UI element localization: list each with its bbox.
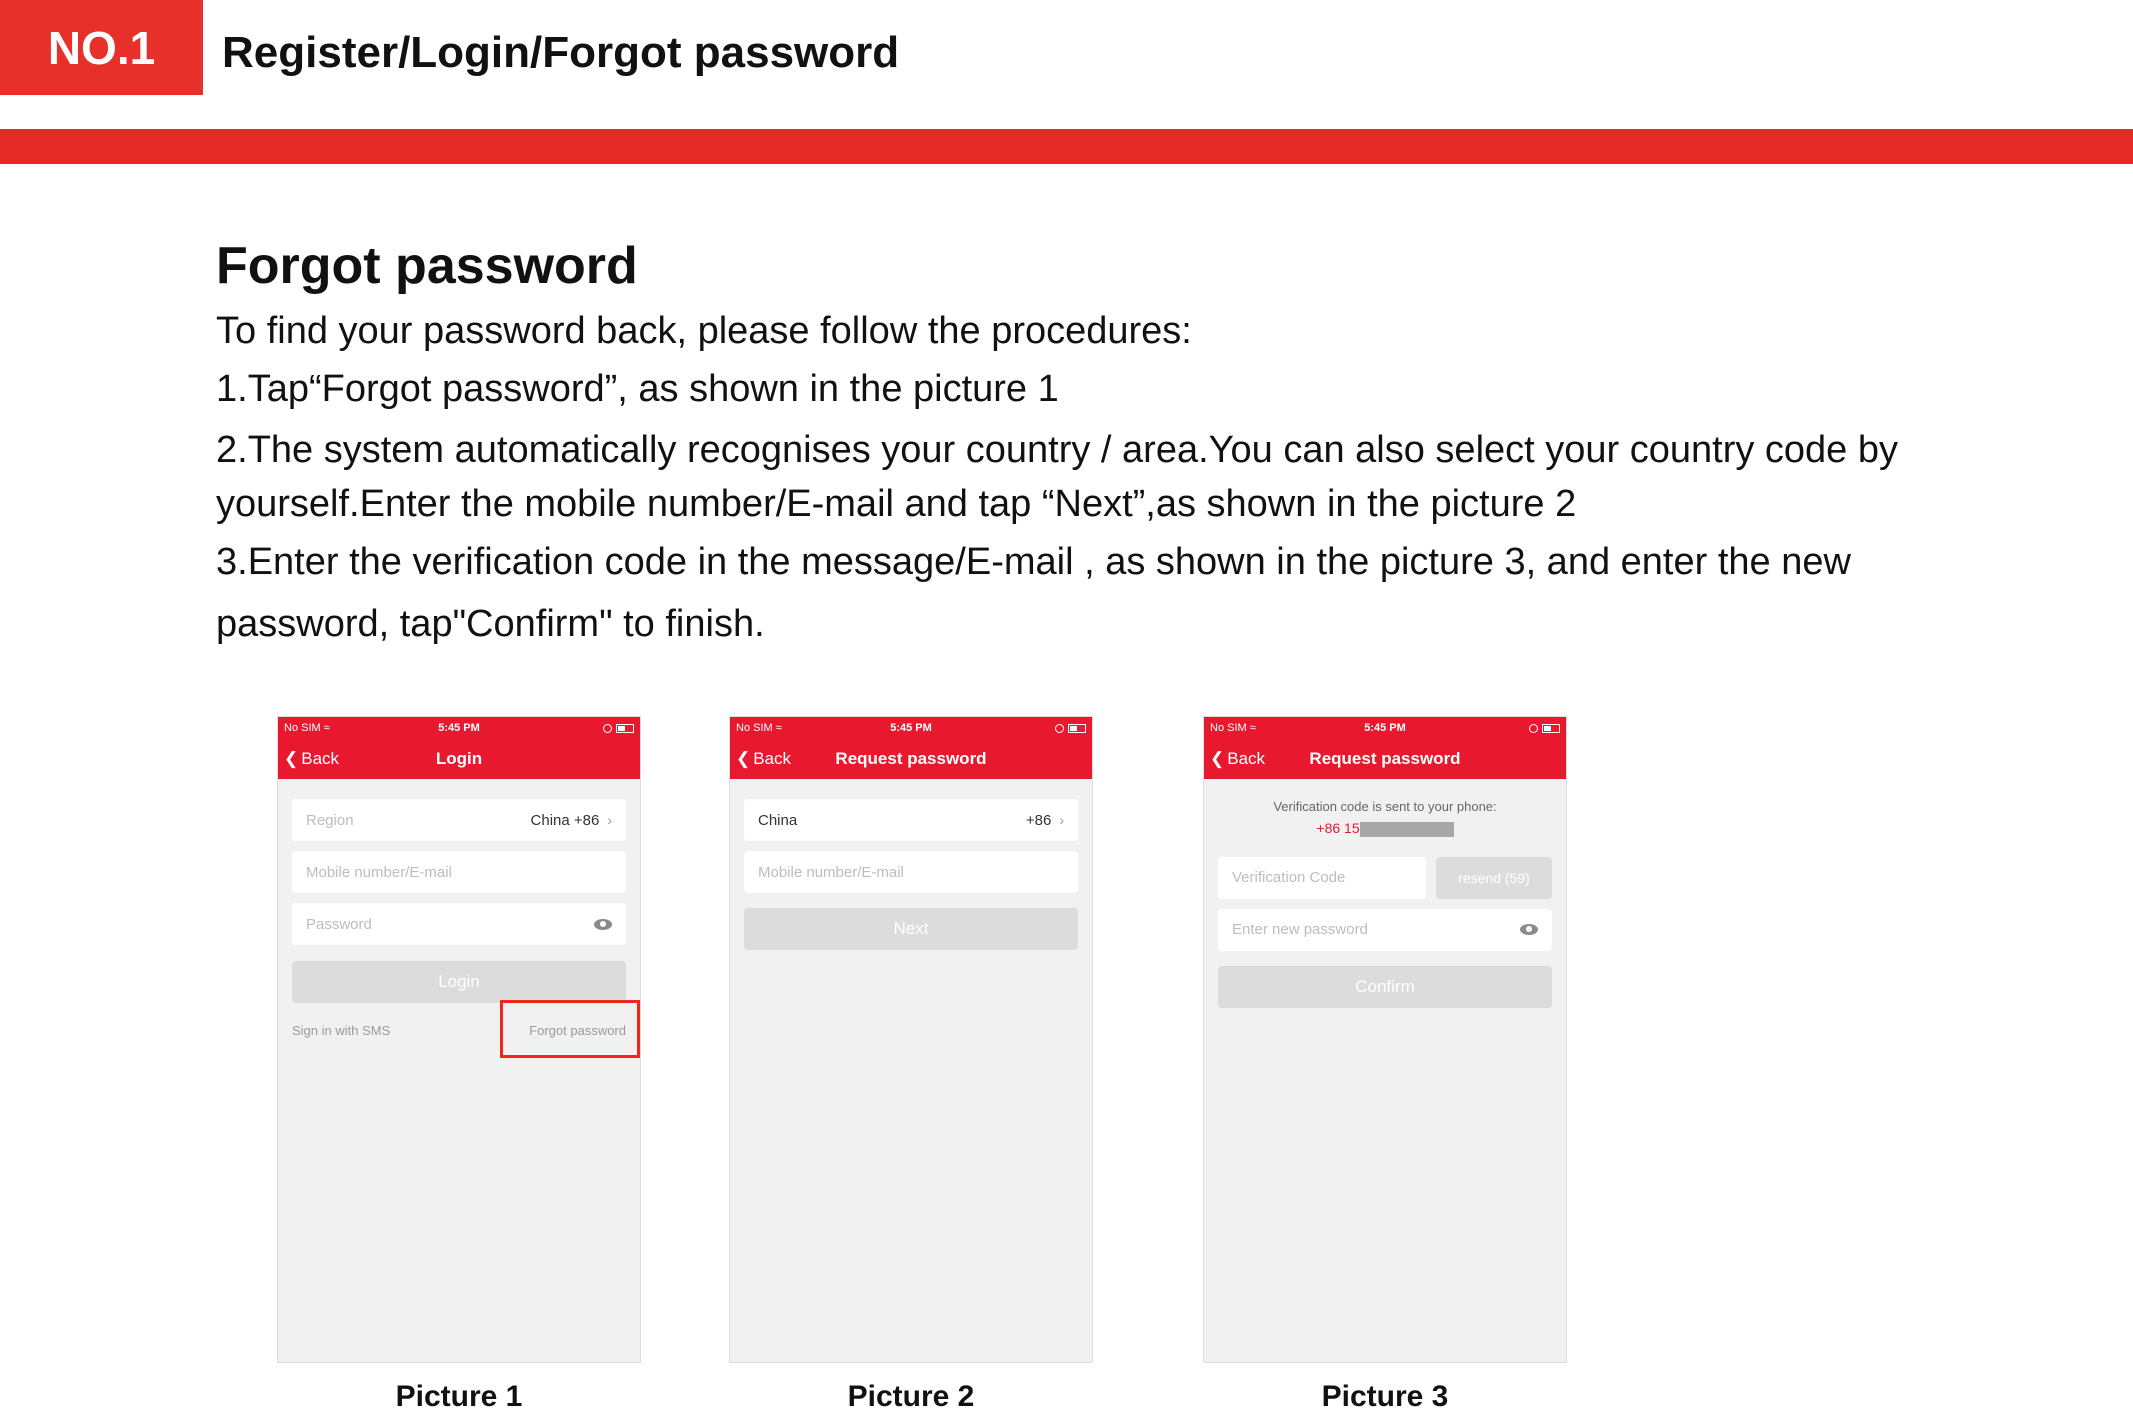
step-2-line-2: yourself.Enter the mobile number/E-mail … [216,483,1577,525]
step-3-line-1: 3.Enter the verification code in the mes… [216,541,1851,583]
region-value: China +86 [530,811,600,829]
confirm-button[interactable]: Confirm [1218,965,1552,1008]
nav-bar: ❮ Back Request password [1204,739,1566,779]
back-label: Back [1227,749,1266,768]
step-2-line-1: 2.The system automatically recognises yo… [216,429,1899,471]
mobile-placeholder: Mobile number/E-mail [306,863,452,881]
section-number-badge: NO.1 [0,0,203,95]
eye-icon[interactable] [1520,924,1538,936]
password-input[interactable]: Password [292,903,626,945]
battery-icon [1542,723,1560,733]
status-bar: No SIM ≈ 5:45 PM [278,717,640,739]
section-title: Forgot password [216,237,638,295]
status-time: 5:45 PM [438,722,480,734]
chevron-left-icon: ❮ [1210,749,1225,768]
back-label: Back [753,749,792,768]
sign-in-sms-link[interactable]: Sign in with SMS [292,1023,390,1038]
country-code: +86 [1025,811,1052,829]
nav-bar: ❮ Back Request password [730,739,1092,779]
login-button[interactable]: Login [292,961,626,1003]
caption-picture-2: Picture 2 [847,1380,975,1412]
verification-code-input[interactable]: Verification Code [1218,856,1426,899]
masked-phone-number: +86 15 [1204,820,1566,837]
back-button[interactable]: ❮ Back [1210,749,1265,769]
chevron-right-icon: › [607,812,612,828]
mobile-placeholder: Mobile number/E-mail [758,863,904,881]
status-time: 5:45 PM [890,722,932,734]
step-1: 1.Tap“Forgot password”, as shown in the … [216,368,1059,410]
back-button[interactable]: ❮ Back [736,749,791,769]
mobile-email-input[interactable]: Mobile number/E-mail [744,851,1078,893]
caption-picture-1: Picture 1 [395,1380,523,1412]
region-label: Region [306,811,354,829]
eye-icon[interactable] [594,918,612,930]
code-placeholder: Verification Code [1232,869,1346,887]
status-bar: No SIM ≈ 5:45 PM [730,717,1092,739]
country-selector[interactable]: China +86 › [744,799,1078,841]
verification-message: Verification code is sent to your phone: [1273,799,1497,814]
phone-screenshot-request: No SIM ≈ 5:45 PM ❮ Back Request password … [729,716,1093,1363]
redaction-mask [1359,821,1454,837]
forgot-password-highlight [500,1000,640,1058]
chevron-left-icon: ❮ [284,749,299,768]
battery-icon [1068,723,1086,733]
status-bar: No SIM ≈ 5:45 PM [1204,717,1566,739]
header-divider-bar [0,129,2133,164]
intro-text: To find your password back, please follo… [216,310,1192,352]
new-password-placeholder: Enter new password [1232,921,1368,939]
phone-prefix: +86 15 [1316,820,1360,836]
header-title: Register/Login/Forgot password [222,28,900,77]
phone-screenshot-verify: No SIM ≈ 5:45 PM ❮ Back Request password … [1203,716,1567,1363]
step-3-line-2: password, tap"Confirm" to finish. [216,603,765,645]
password-placeholder: Password [306,915,372,933]
chevron-left-icon: ❮ [736,749,751,768]
caption-picture-3: Picture 3 [1321,1380,1449,1412]
back-label: Back [301,749,340,768]
new-password-input[interactable]: Enter new password [1218,908,1552,951]
next-button[interactable]: Next [744,908,1078,950]
status-time: 5:45 PM [1364,722,1406,734]
nav-bar: ❮ Back Login [278,739,640,779]
region-selector[interactable]: Region China +86 › [292,799,626,841]
country-label: China [758,811,798,829]
mobile-email-input[interactable]: Mobile number/E-mail [292,851,626,893]
back-button[interactable]: ❮ Back [284,749,339,769]
resend-button[interactable]: resend (59) [1436,856,1552,899]
chevron-right-icon: › [1059,812,1064,828]
battery-icon [616,723,634,733]
